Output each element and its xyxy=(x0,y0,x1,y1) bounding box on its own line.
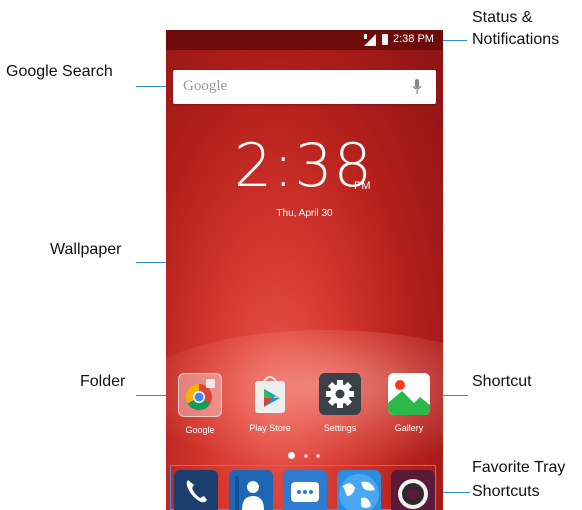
favorite-tray-callout-line1: Favorite Tray xyxy=(472,459,566,476)
clock-widget-time[interactable]: 2:38 xyxy=(234,136,373,196)
settings-label: Settings xyxy=(323,423,357,433)
shortcut-callout: Shortcut xyxy=(472,373,532,390)
page-indicator xyxy=(286,452,326,460)
microphone-icon[interactable] xyxy=(412,79,422,95)
gear-icon xyxy=(319,373,361,415)
phone-home-screen: 2:38 PM Google 2:38 PM Thu, April 30 Goo… xyxy=(166,30,443,510)
chrome-folder-icon xyxy=(178,373,222,417)
camera-icon[interactable] xyxy=(391,470,435,510)
messaging-icon[interactable] xyxy=(283,470,327,510)
play-store-label: Play Store xyxy=(249,423,291,433)
signal-icon xyxy=(364,34,376,46)
google-folder[interactable]: Google xyxy=(170,373,230,435)
gallery-shortcut[interactable]: Gallery xyxy=(379,373,439,433)
play-store-icon xyxy=(249,373,291,415)
search-placeholder: Google xyxy=(183,78,228,94)
battery-icon xyxy=(382,34,388,45)
page-dot xyxy=(304,454,308,458)
google-search-callout: Google Search xyxy=(6,63,113,80)
browser-icon[interactable] xyxy=(337,470,381,510)
clock-widget-date: Thu, April 30 xyxy=(276,208,333,219)
status-time: 2:38 PM xyxy=(393,33,434,45)
play-store-shortcut[interactable]: Play Store xyxy=(240,373,300,433)
gallery-icon xyxy=(388,373,430,415)
page-dot-active xyxy=(288,452,295,459)
settings-shortcut[interactable]: Settings xyxy=(310,373,370,433)
status-notifications-callout-line2: Notifications xyxy=(472,31,560,48)
gallery-label: Gallery xyxy=(394,423,424,433)
folder-callout: Folder xyxy=(80,373,126,390)
contacts-icon[interactable] xyxy=(229,470,273,510)
google-search-bar[interactable]: Google xyxy=(173,70,436,104)
clock-widget-ampm: PM xyxy=(354,180,371,192)
wallpaper-callout: Wallpaper xyxy=(50,241,122,258)
google-folder-label: Google xyxy=(185,425,215,435)
favorite-tray-callout-line2: Shortcuts xyxy=(472,483,540,500)
phone-icon[interactable] xyxy=(174,470,218,510)
page-dot xyxy=(316,454,320,458)
status-notifications-callout-line1: Status & xyxy=(472,9,533,26)
status-bar[interactable]: 2:38 PM xyxy=(166,30,443,50)
